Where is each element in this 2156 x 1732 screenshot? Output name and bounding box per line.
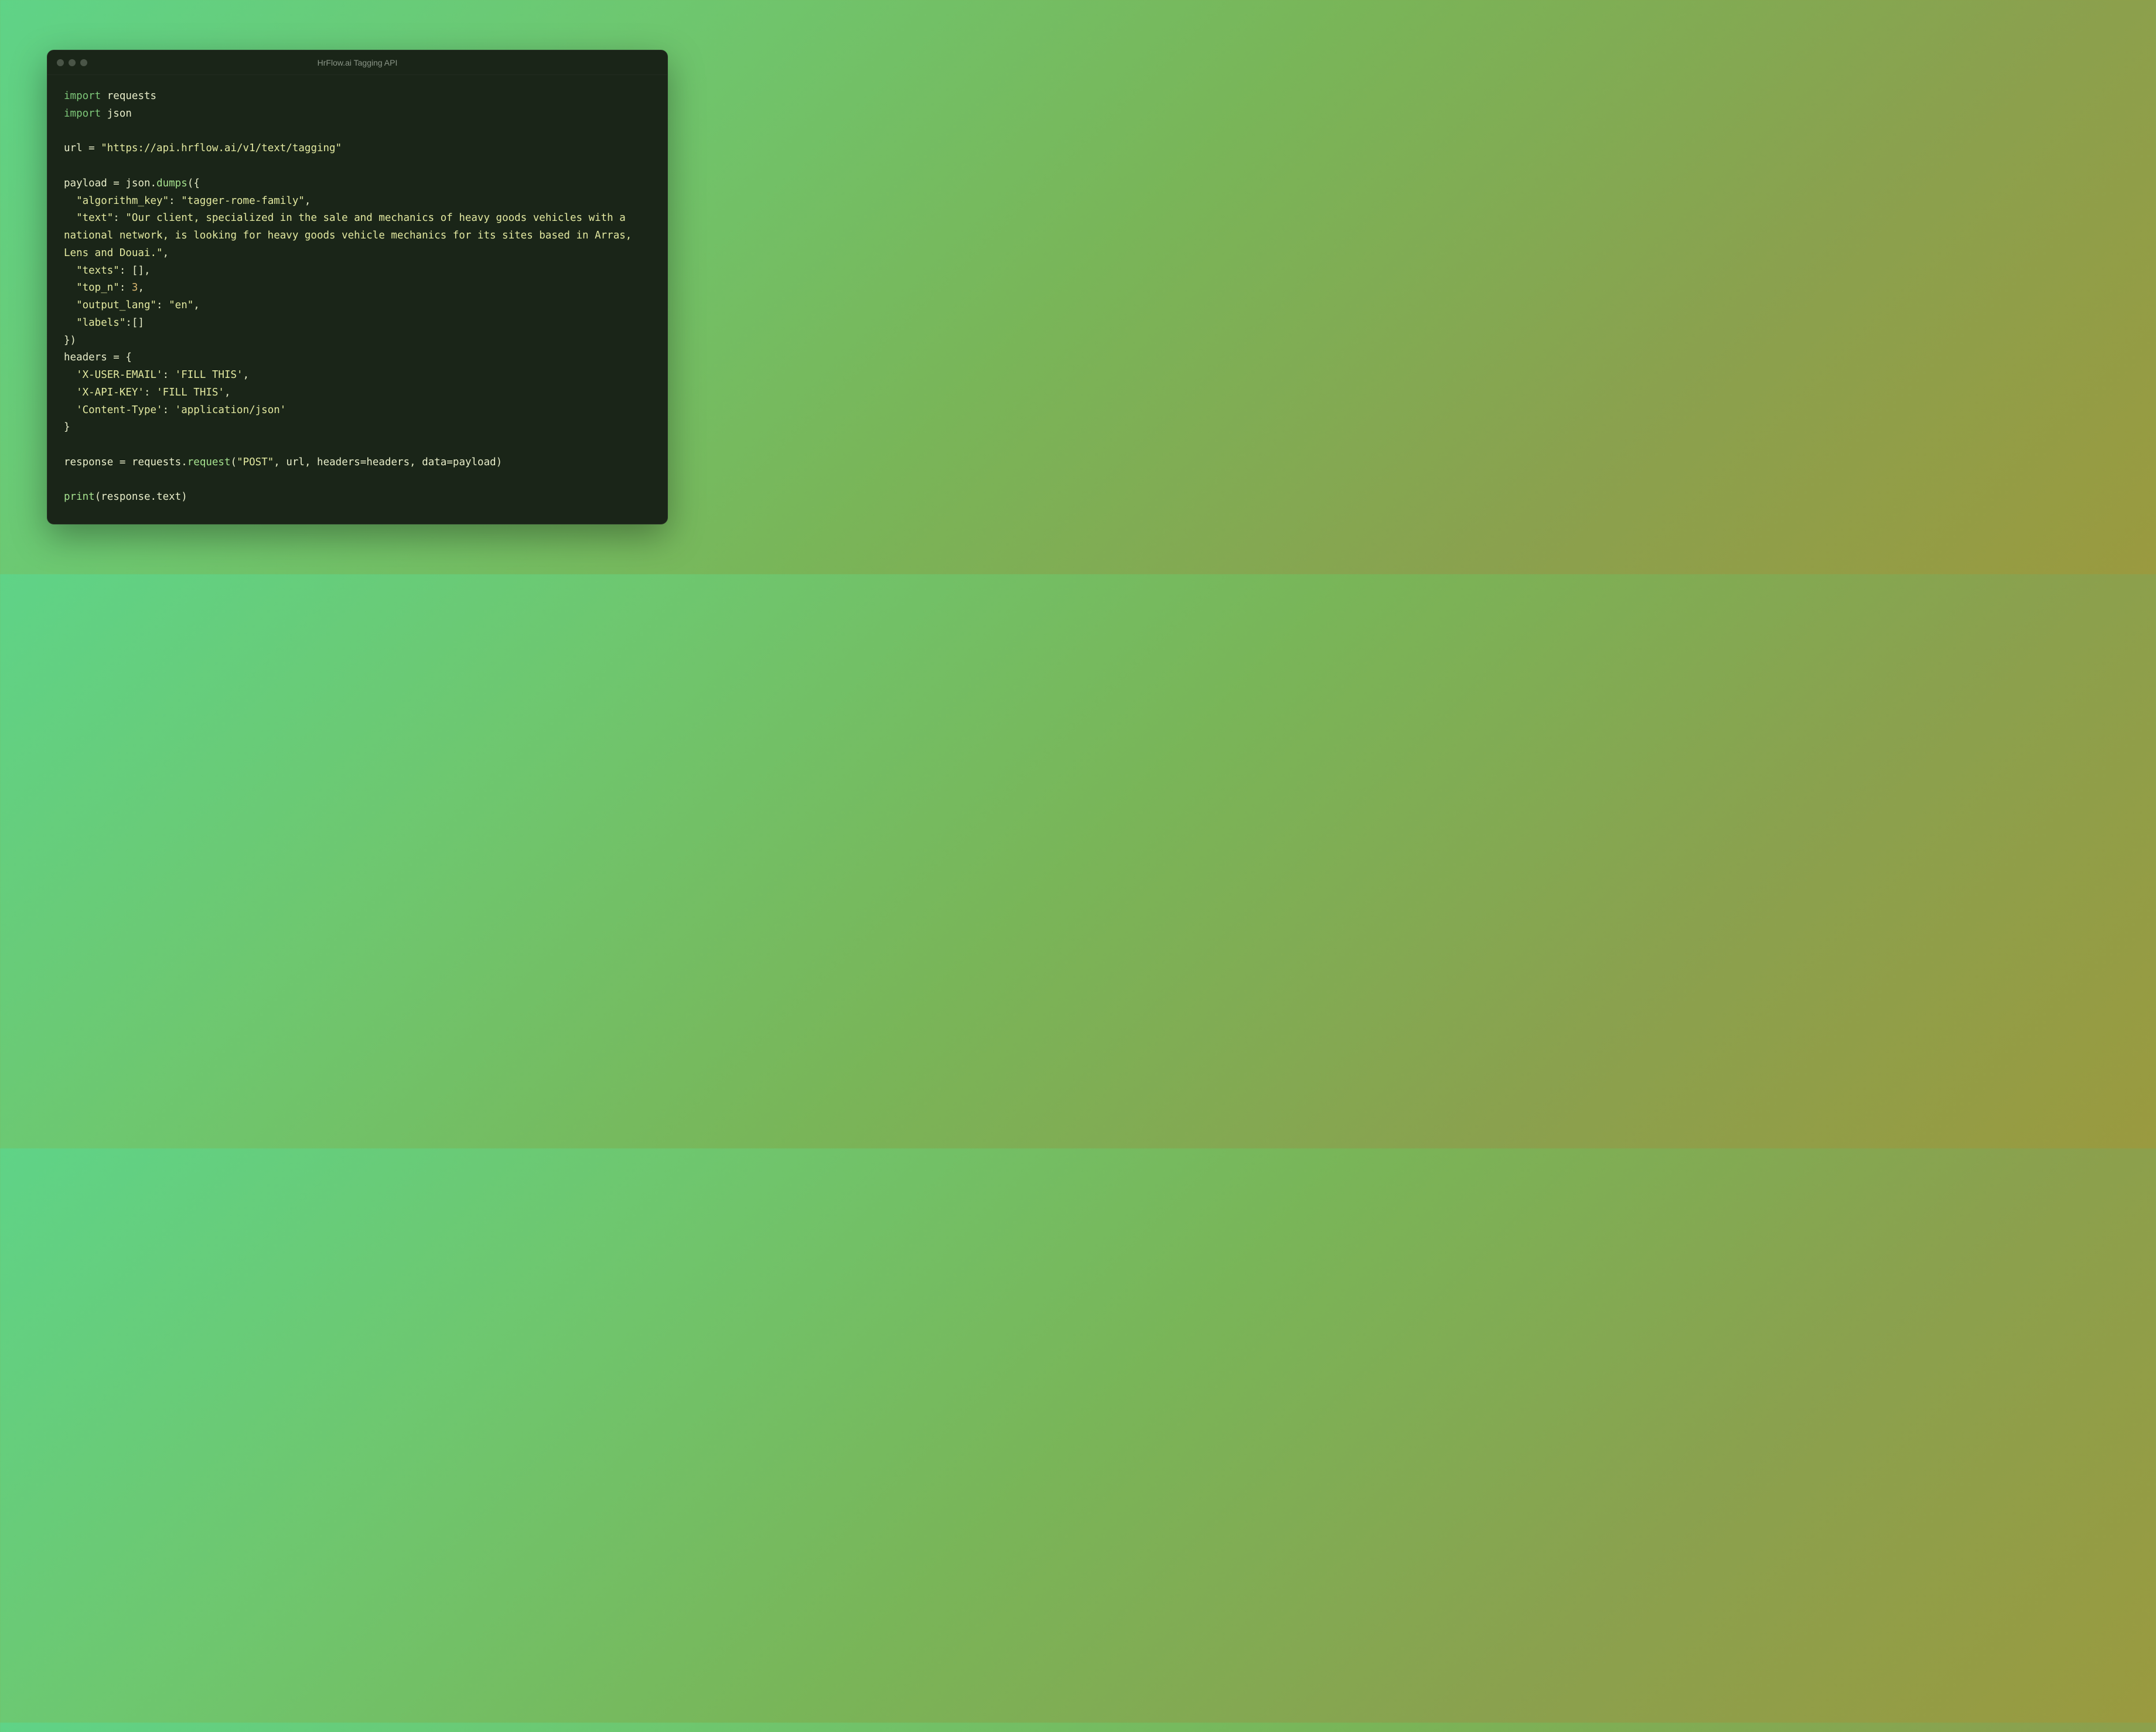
indent <box>64 212 76 224</box>
ref-headers: headers <box>366 456 410 468</box>
comma: , <box>224 387 231 398</box>
key-labels: "labels" <box>76 317 125 329</box>
key-outlang: "output_lang" <box>76 299 156 311</box>
ref-requests: requests <box>132 456 181 468</box>
indent <box>64 317 76 329</box>
key-texts: "texts" <box>76 265 120 277</box>
ref-response: response <box>101 491 150 503</box>
comma: , <box>144 265 151 277</box>
header-val-ct: 'application/json' <box>175 404 286 416</box>
comma: , <box>193 299 200 311</box>
colon: : <box>156 299 169 311</box>
brace-open: { <box>193 178 200 189</box>
comma: , <box>138 282 144 294</box>
paren-open: ( <box>231 456 237 468</box>
val-text: "Our client, specialized in the sale and… <box>64 212 638 259</box>
brace-close: } <box>64 421 70 433</box>
colon: : <box>144 387 156 398</box>
paren-close: ) <box>181 491 187 503</box>
val-algorithm: "tagger-rome-family" <box>181 195 305 207</box>
empty-array: [] <box>132 317 144 329</box>
dot: . <box>181 456 187 468</box>
indent <box>64 265 76 277</box>
eq: = <box>446 456 453 468</box>
indent <box>64 195 76 207</box>
keyword-import: import <box>64 90 101 102</box>
brace-open: { <box>125 352 132 363</box>
ref-json: json <box>125 178 150 189</box>
indent <box>64 369 76 381</box>
code-editor[interactable]: import requests import json url = "https… <box>47 75 667 524</box>
colon: : <box>169 195 181 207</box>
window-minimize-button[interactable] <box>69 59 76 66</box>
comma: , <box>305 195 311 207</box>
string-post: "POST" <box>237 456 274 468</box>
module-json: json <box>107 108 132 120</box>
comma: , <box>410 456 422 468</box>
header-key-ct: 'Content-Type' <box>76 404 163 416</box>
indent <box>64 282 76 294</box>
colon: : <box>113 212 125 224</box>
paren-close: ) <box>496 456 503 468</box>
ref-payload: payload <box>453 456 496 468</box>
colon: : <box>120 282 132 294</box>
kwarg-data: data <box>422 456 446 468</box>
var-response: response <box>64 456 113 468</box>
dot: . <box>151 178 157 189</box>
var-payload: payload <box>64 178 107 189</box>
assign: = <box>83 142 101 154</box>
window-titlebar: HrFlow.ai Tagging API <box>47 50 667 75</box>
assign: = <box>107 178 126 189</box>
window-close-button[interactable] <box>57 59 64 66</box>
val-outlang: "en" <box>169 299 193 311</box>
colon: : <box>125 317 132 329</box>
indent <box>64 387 76 398</box>
key-algorithm: "algorithm_key" <box>76 195 169 207</box>
key-text: "text" <box>76 212 113 224</box>
colon: : <box>120 265 132 277</box>
eq: = <box>360 456 367 468</box>
header-key-email: 'X-USER-EMAIL' <box>76 369 163 381</box>
window-maximize-button[interactable] <box>80 59 87 66</box>
brace-close-paren: }) <box>64 335 76 346</box>
module-requests: requests <box>107 90 156 102</box>
comma: , <box>163 247 169 259</box>
code-window: HrFlow.ai Tagging API import requests im… <box>47 50 668 524</box>
attr-text: text <box>156 491 181 503</box>
empty-array: [] <box>132 265 144 277</box>
comma: , <box>305 456 317 468</box>
assign: = <box>107 352 126 363</box>
keyword-import: import <box>64 108 101 120</box>
assign: = <box>113 456 132 468</box>
indent <box>64 404 76 416</box>
key-topn: "top_n" <box>76 282 120 294</box>
func-dumps: dumps <box>156 178 187 189</box>
kwarg-headers: headers <box>317 456 360 468</box>
comma: , <box>243 369 250 381</box>
window-title: HrFlow.ai Tagging API <box>47 58 667 67</box>
comma: , <box>274 456 286 468</box>
dot: . <box>151 491 157 503</box>
arg-url: url <box>286 456 305 468</box>
paren-open: ( <box>95 491 101 503</box>
indent <box>64 299 76 311</box>
window-controls <box>57 59 87 66</box>
func-request: request <box>187 456 231 468</box>
func-print: print <box>64 491 95 503</box>
header-val-fill: 'FILL THIS' <box>175 369 243 381</box>
header-key-api: 'X-API-KEY' <box>76 387 144 398</box>
string-url: "https://api.hrflow.ai/v1/text/tagging" <box>101 142 342 154</box>
var-headers: headers <box>64 352 107 363</box>
paren-open: ( <box>187 178 194 189</box>
var-url: url <box>64 142 83 154</box>
colon: : <box>163 404 175 416</box>
colon: : <box>163 369 175 381</box>
header-val-fill: 'FILL THIS' <box>156 387 224 398</box>
val-topn: 3 <box>132 282 138 294</box>
